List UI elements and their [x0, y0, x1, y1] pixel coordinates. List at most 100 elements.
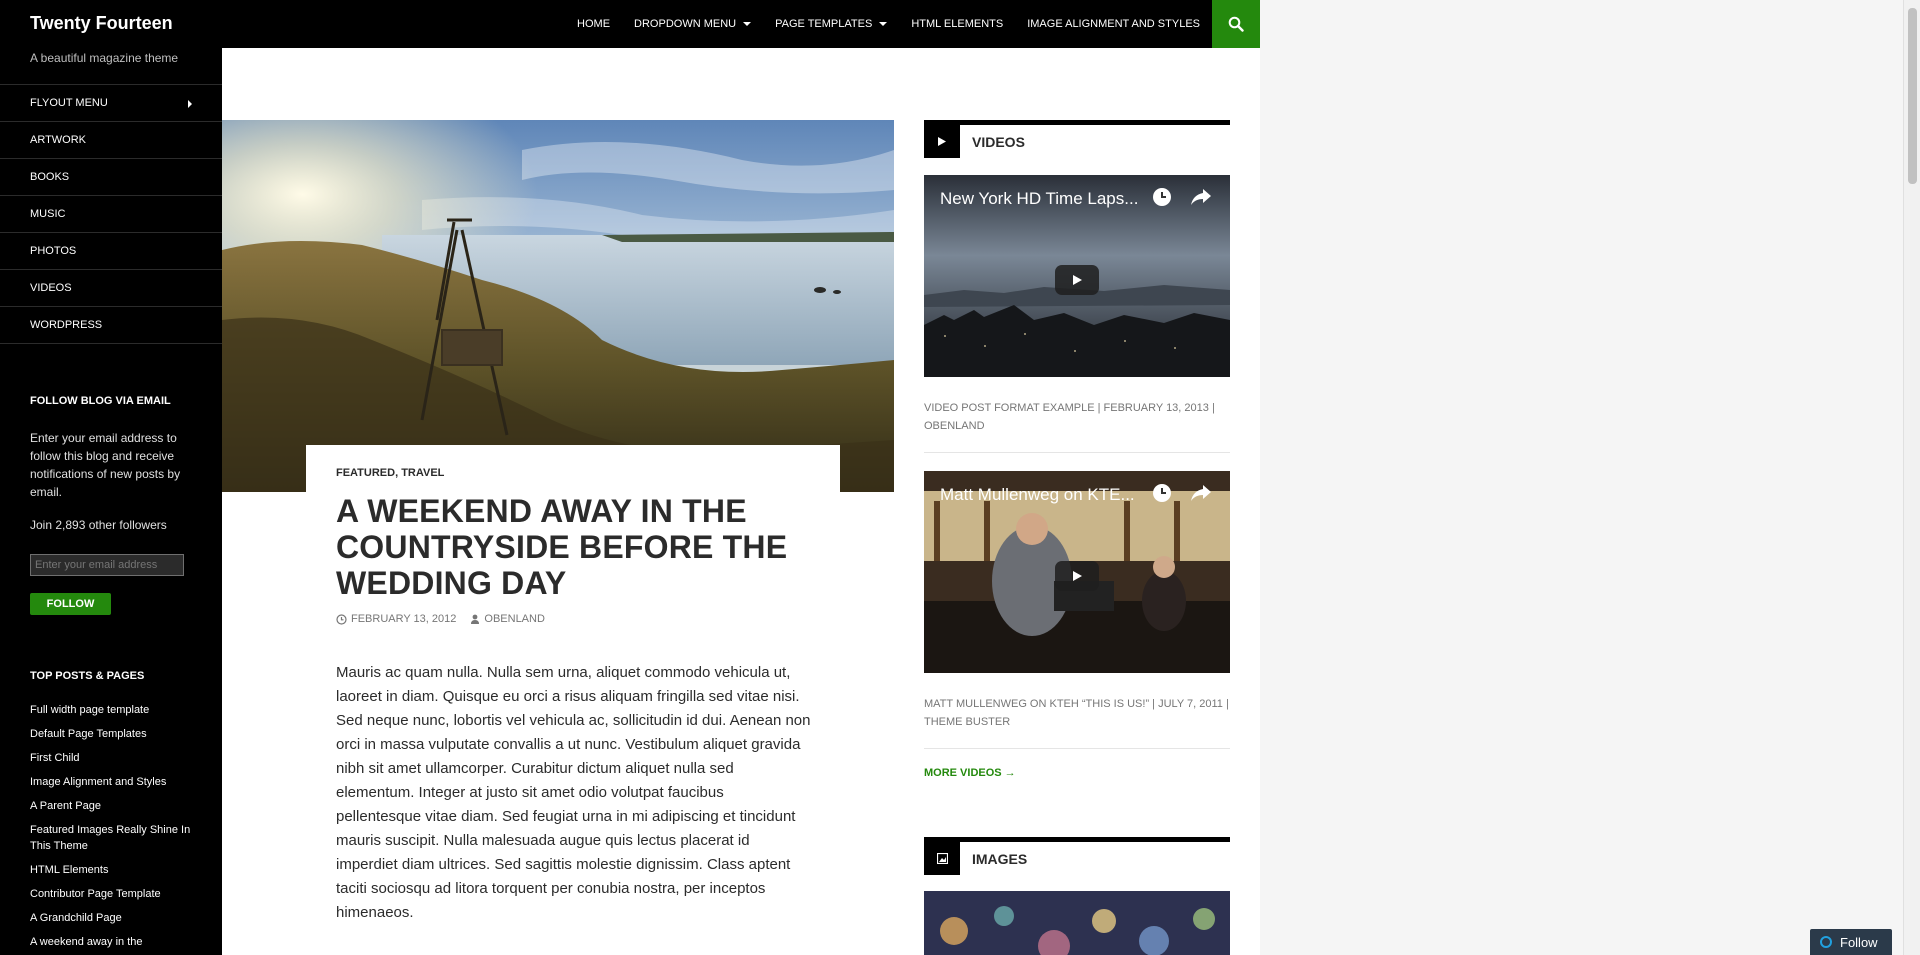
nav-dropdown-menu-label: DROPDOWN MENU	[634, 18, 737, 30]
top-post-link[interactable]: HTML Elements	[30, 862, 200, 878]
top-post-link[interactable]: Default Page Templates	[30, 726, 200, 742]
featured-image[interactable]	[222, 120, 894, 492]
top-post-link[interactable]: A Grandchild Page	[30, 910, 200, 926]
category-featured[interactable]: FEATURED	[336, 467, 395, 479]
top-post-link[interactable]: A Parent Page	[30, 798, 200, 814]
site-description: A beautiful magazine theme	[30, 51, 179, 65]
video-player[interactable]: New York HD Time Laps...	[924, 175, 1230, 377]
video-meta[interactable]: VIDEO POST FORMAT EXAMPLE | FEBRUARY 13,…	[924, 377, 1230, 453]
content-sidebar: VIDEOS New York HD Time Laps... VIDEO PO…	[924, 120, 1230, 779]
sidebar-item-label: BOOKS	[30, 171, 70, 183]
sidebar-item-videos[interactable]: VIDEOS	[0, 270, 222, 307]
caret-down-icon	[879, 22, 888, 26]
top-post-link[interactable]: A weekend away in the	[30, 934, 200, 950]
video-player[interactable]: Matt Mullenweg on KTE...	[924, 471, 1230, 673]
clock-icon	[336, 613, 347, 625]
videos-widget-label[interactable]: VIDEOS	[972, 134, 1025, 150]
site-title[interactable]: Twenty Fourteen	[30, 13, 173, 34]
floating-follow-label: Follow	[1840, 934, 1878, 950]
play-icon	[1073, 571, 1082, 581]
post-content: Mauris ac quam nulla. Nulla sem urna, al…	[336, 664, 811, 921]
nav-home[interactable]: HOME	[565, 0, 622, 48]
nav-home-label: HOME	[577, 18, 611, 30]
follow-blog-widget: FOLLOW BLOG VIA EMAIL Enter your email a…	[30, 395, 192, 615]
wordpress-icon	[1820, 936, 1832, 948]
sidebar-item-label: VIDEOS	[30, 282, 72, 294]
post-author[interactable]: OBENLAND	[484, 613, 545, 625]
sidebar-item-music[interactable]: MUSIC	[0, 196, 222, 233]
sidebar-item-wordpress[interactable]: WORDPRESS	[0, 307, 222, 344]
share-icon[interactable]	[1190, 483, 1212, 503]
videos-widget-title: VIDEOS	[924, 120, 1230, 158]
follow-widget-text: Enter your email address to follow this …	[30, 431, 181, 499]
search-icon	[1228, 16, 1244, 32]
play-button[interactable]	[1055, 265, 1099, 295]
video-controls	[1152, 483, 1212, 503]
post-date[interactable]: FEBRUARY 13, 2012	[351, 613, 456, 625]
left-sidebar: A beautiful magazine theme FLYOUT MENU A…	[0, 48, 222, 955]
sidebar-item-label: WORDPRESS	[30, 319, 103, 331]
nav-page-templates[interactable]: PAGE TEMPLATES	[763, 0, 899, 48]
site-header: Twenty Fourteen HOME DROPDOWN MENU PAGE …	[0, 0, 1260, 48]
watch-later-icon[interactable]	[1152, 483, 1172, 503]
image-thumbnail[interactable]	[924, 891, 1230, 955]
sidebar-item-artwork[interactable]: ARTWORK	[0, 122, 222, 159]
top-post-link[interactable]: Contributor Page Template	[30, 886, 200, 902]
share-icon[interactable]	[1190, 187, 1212, 207]
nav-html-elements-label: HTML ELEMENTS	[911, 18, 1004, 30]
email-field[interactable]	[30, 554, 184, 576]
entry-meta: FEBRUARY 13, 2012 OBENLAND	[336, 613, 545, 625]
landscape-photo	[222, 120, 894, 492]
nav-page-templates-label: PAGE TEMPLATES	[775, 18, 873, 30]
follow-widget-title: FOLLOW BLOG VIA EMAIL	[30, 395, 171, 407]
post-title[interactable]: A WEEKEND AWAY IN THE COUNTRYSIDE BEFORE…	[336, 493, 810, 601]
top-post-link[interactable]: Full width page template	[30, 702, 200, 718]
play-button[interactable]	[1055, 561, 1099, 591]
category-links: FEATURED, TRAVEL	[336, 467, 810, 479]
images-widget-title: IMAGES	[924, 837, 1230, 875]
floating-follow-button[interactable]: Follow	[1810, 929, 1892, 955]
top-posts-widget: TOP POSTS & PAGES Full width page templa…	[30, 670, 200, 955]
follow-button[interactable]: FOLLOW	[30, 593, 111, 615]
images-widget-label[interactable]: IMAGES	[972, 851, 1027, 867]
user-icon	[471, 614, 480, 624]
more-videos-link[interactable]: MORE VIDEOS →	[924, 767, 1230, 779]
nav-dropdown-menu[interactable]: DROPDOWN MENU	[622, 0, 763, 48]
top-post-link[interactable]: First Child	[30, 750, 200, 766]
video-controls	[1152, 187, 1212, 207]
chevron-right-icon	[188, 100, 192, 108]
entry-header: FEATURED, TRAVEL A WEEKEND AWAY IN THE C…	[306, 445, 840, 601]
watch-later-icon[interactable]	[1152, 187, 1172, 207]
nav-html-elements[interactable]: HTML ELEMENTS	[899, 0, 1015, 48]
sidebar-item-label: FLYOUT MENU	[30, 97, 108, 109]
top-post-link[interactable]: Image Alignment and Styles	[30, 774, 200, 790]
top-posts-list: Full width page template Default Page Te…	[30, 702, 200, 950]
play-icon	[1073, 275, 1082, 285]
video-title[interactable]: Matt Mullenweg on KTE...	[940, 485, 1135, 505]
nav-image-alignment-label: IMAGE ALIGNMENT AND STYLES	[1027, 18, 1200, 30]
category-travel[interactable]: TRAVEL	[401, 467, 444, 479]
video-title[interactable]: New York HD Time Laps...	[940, 189, 1138, 209]
top-posts-title: TOP POSTS & PAGES	[30, 670, 145, 682]
bokeh-photo	[924, 891, 1230, 955]
nav-image-alignment[interactable]: IMAGE ALIGNMENT AND STYLES	[1015, 0, 1212, 48]
secondary-menu: FLYOUT MENU ARTWORK BOOKS MUSIC PHOTOS V…	[0, 84, 222, 344]
image-format-icon	[924, 842, 960, 875]
video-meta[interactable]: MATT MULLENWEG ON KTEH “THIS IS US!” | J…	[924, 673, 1230, 749]
page: Twenty Fourteen HOME DROPDOWN MENU PAGE …	[0, 0, 1260, 955]
sidebar-item-photos[interactable]: PHOTOS	[0, 233, 222, 270]
images-widget: IMAGES	[924, 837, 1230, 955]
primary-navigation: HOME DROPDOWN MENU PAGE TEMPLATES HTML E…	[565, 0, 1212, 48]
sidebar-item-label: ARTWORK	[30, 134, 87, 146]
caret-down-icon	[743, 22, 752, 26]
page-scrollbar[interactable]	[1903, 0, 1920, 955]
sidebar-item-books[interactable]: BOOKS	[0, 159, 222, 196]
top-post-link[interactable]: Featured Images Really Shine In This The…	[30, 822, 200, 854]
sidebar-item-flyout-menu[interactable]: FLYOUT MENU	[0, 85, 222, 122]
sidebar-item-label: MUSIC	[30, 208, 66, 220]
follower-count: Join 2,893 other followers	[30, 518, 167, 532]
video-format-icon	[924, 125, 960, 158]
search-toggle-button[interactable]	[1212, 0, 1260, 48]
sidebar-item-label: PHOTOS	[30, 245, 77, 257]
scrollbar-thumb[interactable]	[1908, 8, 1917, 184]
